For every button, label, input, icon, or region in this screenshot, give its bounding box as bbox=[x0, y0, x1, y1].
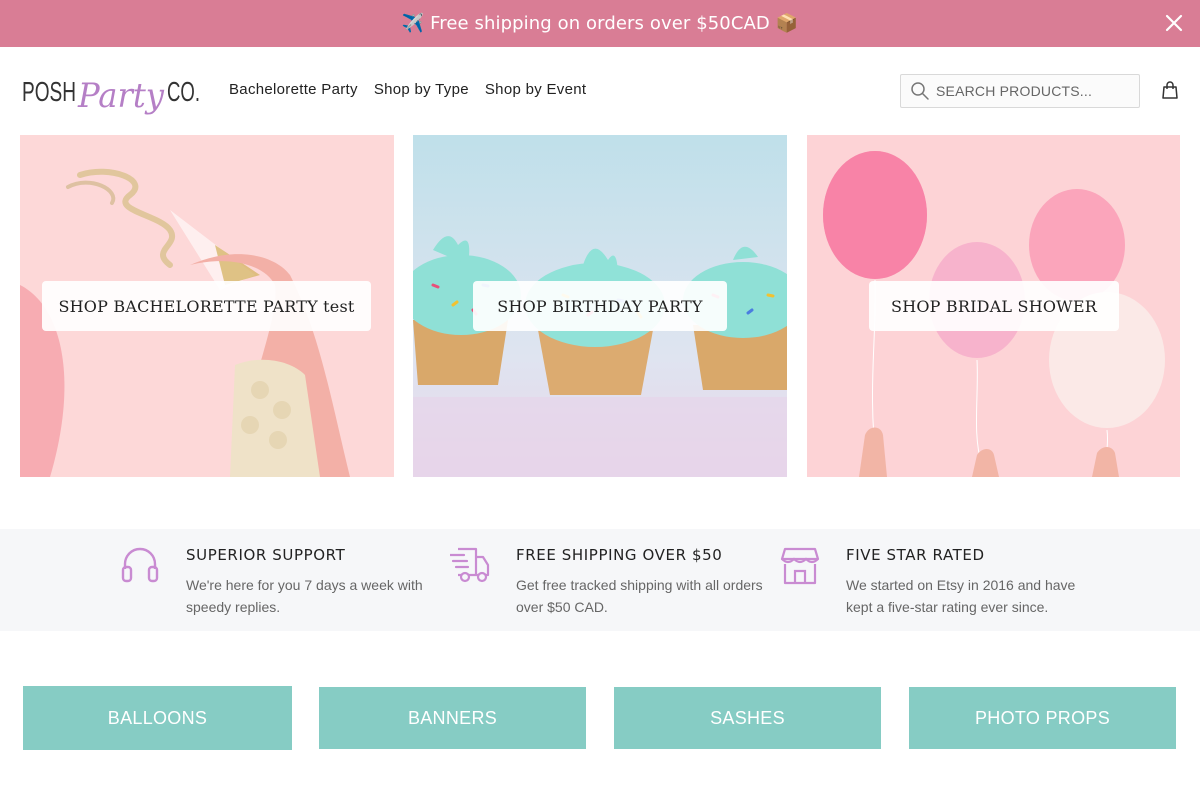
tile-bachelorette-party[interactable]: SHOP BACHELORETTE PARTY test bbox=[20, 135, 394, 477]
search-box bbox=[900, 74, 1140, 108]
nav-item-shop-by-event[interactable]: Shop by Event bbox=[485, 81, 586, 98]
search-icon[interactable] bbox=[910, 81, 930, 101]
category-photo-props-button[interactable]: PHOTO PROPS bbox=[909, 687, 1176, 749]
headphones-icon bbox=[121, 547, 159, 583]
site-logo[interactable]: POSH Party CO. bbox=[22, 69, 202, 121]
feature-text: We're here for you 7 days a week with sp… bbox=[186, 577, 423, 615]
svg-text:POSH: POSH bbox=[22, 76, 76, 107]
svg-text:Party: Party bbox=[77, 76, 165, 116]
feature-title: SUPERIOR SUPPORT bbox=[186, 546, 346, 564]
hero-tiles: SHOP BACHELORETTE PARTY test SHOP BIRTHD… bbox=[20, 135, 1180, 477]
tile-bridal-shower[interactable]: SHOP BRIDAL SHOWER bbox=[807, 135, 1180, 477]
nav-item-bachelorette-party[interactable]: Bachelorette Party bbox=[229, 81, 358, 98]
main-nav: Bachelorette Party Shop by Type Shop by … bbox=[229, 81, 586, 98]
delivery-truck-icon bbox=[450, 547, 490, 583]
category-balloons-button[interactable]: BALLOONS bbox=[23, 686, 292, 750]
shop-birthday-button[interactable]: SHOP BIRTHDAY PARTY bbox=[473, 281, 727, 331]
nav-item-shop-by-type[interactable]: Shop by Type bbox=[374, 81, 469, 98]
feature-text: Get free tracked shipping with all order… bbox=[516, 577, 763, 615]
close-icon[interactable] bbox=[1162, 11, 1186, 35]
feature-text: We started on Etsy in 2016 and have kept… bbox=[846, 577, 1076, 615]
feature-title: FIVE STAR RATED bbox=[846, 546, 985, 564]
search-input[interactable] bbox=[936, 83, 1126, 99]
shop-bridal-shower-button[interactable]: SHOP BRIDAL SHOWER bbox=[869, 281, 1119, 331]
feature-title: FREE SHIPPING OVER $50 bbox=[516, 546, 723, 564]
site-header: POSH Party CO. Bachelorette Party Shop b… bbox=[0, 47, 1200, 135]
shop-bachelorette-button[interactable]: SHOP BACHELORETTE PARTY test bbox=[42, 281, 371, 331]
tile-birthday-party[interactable]: SHOP BIRTHDAY PARTY bbox=[413, 135, 787, 477]
category-sashes-button[interactable]: SASHES bbox=[614, 687, 881, 749]
announcement-bar: ✈️ Free shipping on orders over $50CAD 📦 bbox=[0, 0, 1200, 47]
announcement-text: ✈️ Free shipping on orders over $50CAD 📦 bbox=[401, 13, 799, 34]
storefront-icon bbox=[780, 547, 820, 585]
category-banners-button[interactable]: BANNERS bbox=[319, 687, 586, 749]
features-band: SUPERIOR SUPPORT We're here for you 7 da… bbox=[0, 529, 1200, 631]
shopping-bag-icon[interactable] bbox=[1160, 80, 1180, 100]
svg-text:CO.: CO. bbox=[167, 76, 200, 107]
